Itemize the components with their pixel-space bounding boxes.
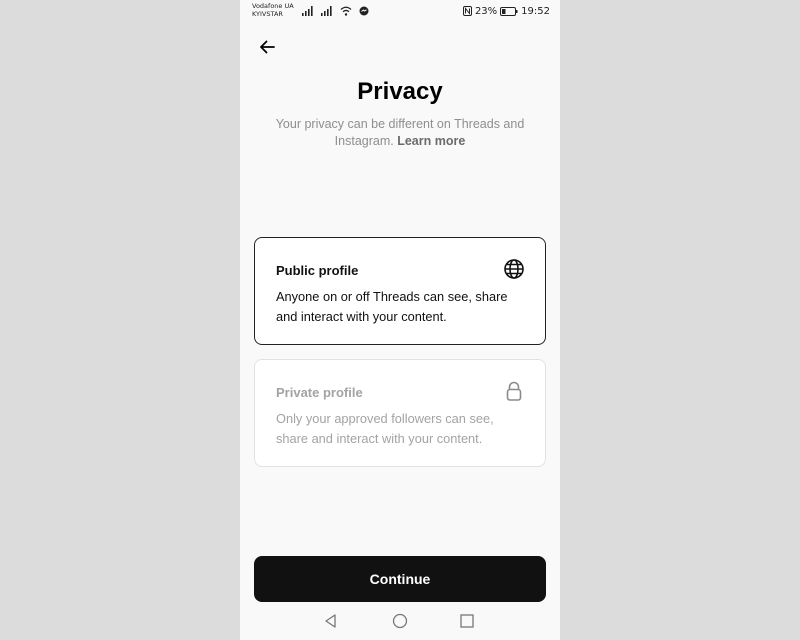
private-profile-description: Only your approved followers can see, sh… (276, 411, 494, 446)
back-button[interactable] (256, 36, 278, 58)
carrier-line-2: KYIVSTAR (252, 10, 283, 18)
public-profile-option[interactable]: Public profile Anyone on or off Threads … (254, 237, 546, 345)
public-profile-description: Anyone on or off Threads can see, share … (276, 289, 508, 324)
lock-icon (506, 381, 522, 401)
phone-screen: Vodafone UA KYIVSTAR 23% 19:52 Privacy Y… (240, 0, 560, 640)
private-profile-title: Private profile (276, 385, 363, 400)
learn-more-link[interactable]: Learn more (397, 134, 465, 148)
public-profile-title: Public profile (276, 263, 359, 278)
wifi-icon (340, 6, 352, 16)
clock: 19:52 (521, 5, 550, 17)
system-nav-bar (240, 608, 560, 634)
arrow-left-icon (260, 40, 275, 54)
battery-percent: 23% (474, 5, 498, 17)
page-title: Privacy (357, 78, 443, 105)
status-bar: Vodafone UA KYIVSTAR 23% 19:52 (240, 0, 560, 22)
battery-icon (500, 6, 518, 16)
private-profile-option[interactable]: Private profile Only your approved follo… (254, 359, 546, 467)
messenger-icon (359, 6, 369, 16)
nav-recents-icon[interactable] (458, 612, 476, 630)
nfc-icon (462, 6, 472, 16)
page-subtitle: Your privacy can be different on Threads… (270, 116, 530, 150)
nav-back-icon[interactable] (322, 612, 340, 630)
signal-icon (302, 6, 313, 16)
globe-icon (504, 259, 524, 279)
status-icons-right: 23% 19:52 (462, 4, 550, 18)
carrier-name: Vodafone UA KYIVSTAR (252, 2, 294, 18)
nav-home-icon[interactable] (391, 612, 409, 630)
continue-button[interactable]: Continue (254, 556, 546, 602)
signal-icon-2 (321, 6, 332, 16)
status-icons-left (302, 5, 369, 17)
carrier-line-1: Vodafone UA (252, 2, 294, 10)
